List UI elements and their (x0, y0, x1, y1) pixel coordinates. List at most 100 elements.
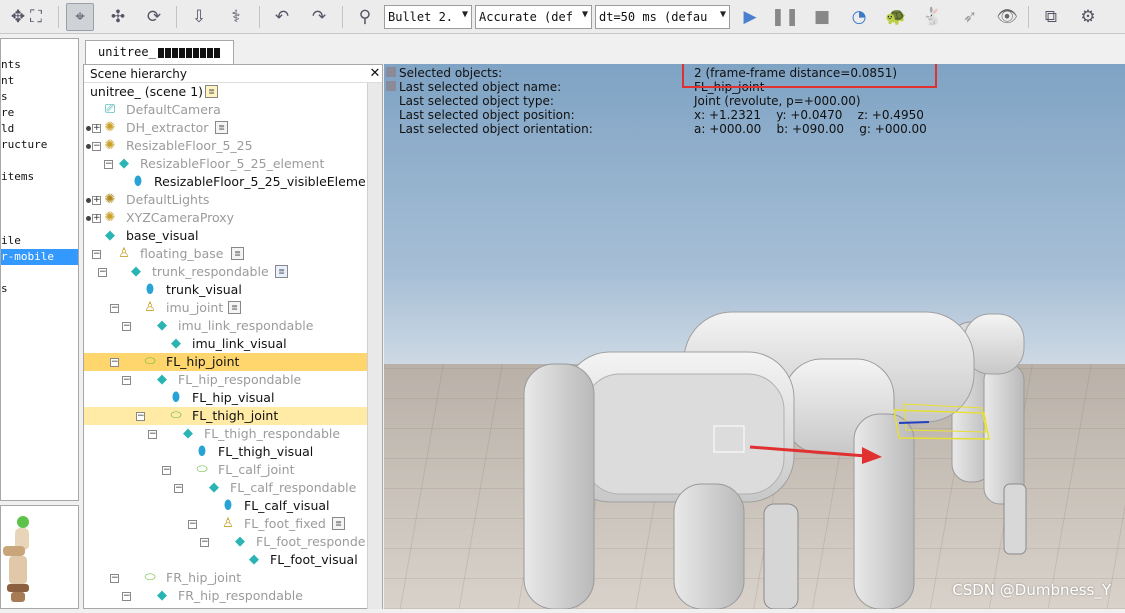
tree-row-fl-thigh-respondable[interactable]: − ◆ FL_thigh_respondable (84, 425, 367, 443)
tree-row-floor-visible[interactable]: ⬮ ResizableFloor_5_25_visibleEleme (84, 173, 367, 191)
expand-icon[interactable]: − (92, 142, 101, 151)
expand-icon[interactable]: − (110, 574, 119, 583)
list-item[interactable]: re (1, 105, 14, 121)
expand-icon[interactable]: − (104, 160, 113, 169)
expand-icon[interactable]: − (136, 412, 145, 421)
tree-row-fl-foot-fixed[interactable]: − ♙ FL_foot_fixed ≣ (84, 515, 367, 533)
light-icon: ✺ (104, 192, 116, 207)
tree-row-fl-hip-joint-selected[interactable]: − ⬭ FL_hip_joint (84, 353, 367, 371)
tree-row-imu-link-visual[interactable]: ◆ imu_link_visual (84, 335, 367, 353)
tree-row-fl-hip-respondable[interactable]: − ◆ FL_hip_respondable (84, 371, 367, 389)
expand-icon[interactable]: − (110, 304, 119, 313)
hierarchy-scrollbar[interactable] (367, 83, 382, 609)
model-browser-icon[interactable]: ⚙ (1074, 3, 1102, 31)
object-select-icon[interactable]: ⌖ (66, 3, 94, 31)
expand-icon[interactable]: + (92, 214, 101, 223)
expand-icon[interactable]: − (122, 592, 131, 601)
dynamics-icon[interactable]: ⚲ (351, 3, 379, 31)
tree-row-floating-base[interactable]: − ♙ floating_base ≣ (84, 245, 367, 263)
tree-row-fl-calf-joint[interactable]: − ⬭ FL_calf_joint (84, 461, 367, 479)
tree-row-trunk-respondable[interactable]: − ◆ trunk_respondable ≣ (84, 263, 367, 281)
tree-row-fl-hip-visual[interactable]: ⬮ FL_hip_visual (84, 389, 367, 407)
tree-row-fl-thigh-visual[interactable]: ⬮ FL_thigh_visual (84, 443, 367, 461)
list-item[interactable]: nt (1, 73, 14, 89)
tree-row-label: trunk_visual (166, 282, 242, 297)
scene-tab[interactable]: unitree_ (85, 40, 234, 64)
list-item[interactable]: ld (1, 121, 14, 137)
toolbar-separator (1028, 6, 1029, 28)
script-icon[interactable]: ≣ (332, 517, 345, 530)
tree-row-fl-foot-visual[interactable]: ◆ FL_foot_visual (84, 551, 367, 569)
visualization-toggle-icon[interactable]: 👁 (993, 3, 1021, 31)
tree-row-fr-hip-respondable[interactable]: − ◆ FR_hip_respondable (84, 587, 367, 605)
info-toggle-icon[interactable] (386, 67, 396, 77)
tree-row-trunk-visual[interactable]: ⬮ trunk_visual (84, 281, 367, 299)
tree-row-floor[interactable]: − ✺ ResizableFloor_5_25 (84, 137, 367, 155)
tree-row-label: DH_extractor (126, 120, 209, 135)
undo-icon[interactable]: ↶ (268, 3, 296, 31)
info-toggle-icon[interactable] (386, 81, 396, 91)
close-icon[interactable]: ✕ (368, 66, 382, 82)
tree-row-defaultcamera[interactable]: ⎚ DefaultCamera (84, 101, 367, 119)
assemble-icon[interactable]: ⇩ (185, 3, 213, 31)
tree-row-dh-extractor[interactable]: + ✺ DH_extractor ≣ (84, 119, 367, 137)
redo-icon[interactable]: ↷ (305, 3, 333, 31)
scene-selector-icon[interactable]: ⧉ (1037, 3, 1065, 31)
tree-row-imu-link-respondable[interactable]: − ◆ imu_link_respondable (84, 317, 367, 335)
script-icon[interactable]: ≣ (275, 265, 288, 278)
script-icon[interactable]: ≣ (231, 247, 244, 260)
list-item[interactable]: items (1, 169, 34, 185)
tree-row-fl-foot-respondable[interactable]: − ◆ FL_foot_responde (84, 533, 367, 551)
timestep-select[interactable]: dt=50 ms (defau ▼ (595, 5, 730, 29)
fit-to-view-icon[interactable]: ⛶ (22, 3, 50, 31)
expand-icon[interactable]: − (122, 376, 131, 385)
thread-rendering-icon[interactable]: ➶ (956, 3, 984, 31)
scene-script-icon[interactable]: ≣ (205, 85, 218, 98)
stop-simulation-icon[interactable]: ■ (808, 3, 836, 31)
expand-icon[interactable]: + (92, 124, 101, 133)
expand-icon[interactable]: − (92, 250, 101, 259)
tree-row-defaultlights[interactable]: + ✺ DefaultLights (84, 191, 367, 209)
expand-icon[interactable]: − (200, 538, 209, 547)
physics-engine-select[interactable]: Bullet 2. ▼ (384, 5, 472, 29)
list-item-selected[interactable]: r-mobile (1, 249, 78, 265)
tree-row-label: imu_joint (166, 300, 224, 315)
expand-icon[interactable]: − (110, 358, 119, 367)
tree-row-scene[interactable]: unitree_ (scene 1) ≣ (84, 83, 367, 101)
realtime-mode-icon[interactable]: ◔ (845, 3, 873, 31)
slow-down-icon[interactable]: 🐢 (882, 3, 910, 31)
tree-row-floor-element[interactable]: − ◆ ResizableFloor_5_25_element (84, 155, 367, 173)
object-rotate-icon[interactable]: ⟳ (140, 3, 168, 31)
expand-icon[interactable]: − (188, 520, 197, 529)
tree-row-label: unitree_ (scene 1) (90, 84, 204, 99)
start-simulation-icon[interactable]: ▶ (736, 3, 764, 31)
tree-row-base-visual[interactable]: ◆ base_visual (84, 227, 367, 245)
list-item[interactable]: ructure (1, 137, 47, 153)
scene-viewport[interactable]: Selected objects: Last selected object n… (384, 64, 1125, 609)
engine-accuracy-select[interactable]: Accurate (def ▼ (475, 5, 592, 29)
tree-row-label: FL_calf_joint (218, 462, 295, 477)
script-icon[interactable]: ≣ (215, 121, 228, 134)
speed-up-icon[interactable]: 🐇 (919, 3, 947, 31)
tree-row-fr-hip-joint[interactable]: − ⬭ FR_hip_joint (84, 569, 367, 587)
list-item[interactable]: s (1, 89, 8, 105)
expand-icon[interactable]: − (98, 268, 107, 277)
tree-row-fl-thigh-joint-selected[interactable]: − ⬭ FL_thigh_joint (84, 407, 367, 425)
expand-icon[interactable]: + (92, 196, 101, 205)
pause-simulation-icon[interactable]: ❚❚ (771, 3, 800, 31)
list-item[interactable]: ile (1, 233, 21, 249)
transfer-dna-icon[interactable]: ⚕ (222, 3, 250, 31)
tree-row-imu-joint[interactable]: − ♙ imu_joint ≣ (84, 299, 367, 317)
tree-row-xyzcameraproxy[interactable]: + ✺ XYZCameraProxy (84, 209, 367, 227)
tree-row-fl-calf-visual[interactable]: ⬮ FL_calf_visual (84, 497, 367, 515)
expand-icon[interactable]: − (148, 430, 157, 439)
list-item[interactable]: s (1, 281, 8, 297)
expand-icon[interactable]: − (174, 484, 183, 493)
expand-icon[interactable]: − (122, 322, 131, 331)
expand-icon[interactable]: − (162, 466, 171, 475)
tree-row-fl-calf-respondable[interactable]: − ◆ FL_calf_respondable (84, 479, 367, 497)
object-shift-icon[interactable]: ✣ (104, 3, 132, 31)
bullet-icon (86, 126, 91, 131)
list-item[interactable]: nts (1, 57, 21, 73)
script-icon[interactable]: ≣ (228, 301, 241, 314)
